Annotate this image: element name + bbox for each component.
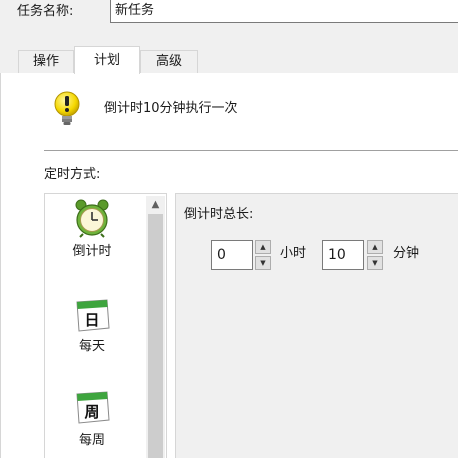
alarm-clock-icon bbox=[75, 199, 109, 238]
minutes-spinner[interactable]: ▲ ▼ bbox=[367, 240, 383, 270]
hours-unit-label: 小时 bbox=[280, 246, 307, 261]
scroll-up-arrow-icon[interactable]: ▲ bbox=[146, 196, 165, 213]
calendar-day-icon: 日 bbox=[76, 299, 110, 332]
hours-input[interactable]: 0 bbox=[211, 240, 253, 270]
hours-spinner[interactable]: ▲ ▼ bbox=[255, 240, 271, 270]
separator bbox=[44, 150, 458, 151]
tab-actions[interactable]: 操作 bbox=[18, 50, 74, 73]
hours-up-arrow-icon[interactable]: ▲ bbox=[255, 240, 271, 254]
mode-label-countdown: 倒计时 bbox=[72, 244, 112, 259]
countdown-duration-label: 倒计时总长: bbox=[184, 207, 254, 222]
task-name-input[interactable]: 新任务 bbox=[110, 0, 458, 23]
schedule-mode-label: 定时方式: bbox=[44, 167, 101, 182]
calendar-day-glyph: 日 bbox=[84, 311, 99, 329]
minutes-up-arrow-icon[interactable]: ▲ bbox=[367, 240, 383, 254]
scroll-thumb[interactable] bbox=[148, 214, 163, 458]
tab-advanced[interactable]: 高级 bbox=[140, 50, 198, 73]
mode-label-daily: 每天 bbox=[78, 339, 105, 354]
minutes-unit-label: 分钟 bbox=[393, 246, 420, 261]
minutes-down-arrow-icon[interactable]: ▼ bbox=[367, 256, 383, 270]
list-scrollbar[interactable]: ▲ bbox=[146, 196, 165, 458]
hours-down-arrow-icon[interactable]: ▼ bbox=[255, 256, 271, 270]
task-name-label: 任务名称: bbox=[17, 4, 74, 19]
calendar-week-glyph: 周 bbox=[84, 403, 99, 421]
warning-icon bbox=[54, 91, 80, 125]
calendar-week-icon: 周 bbox=[76, 391, 110, 424]
task-scheduler-dialog: 任务名称: 新任务 操作 计划 高级 倒计时10分钟执行一次 定时方式: 倒计时… bbox=[0, 0, 458, 458]
mode-label-weekly: 每周 bbox=[78, 433, 105, 448]
countdown-settings-panel bbox=[175, 193, 458, 458]
tab-schedule[interactable]: 计划 bbox=[74, 46, 140, 74]
minutes-input[interactable]: 10 bbox=[322, 240, 364, 270]
hint-text: 倒计时10分钟执行一次 bbox=[104, 101, 238, 116]
